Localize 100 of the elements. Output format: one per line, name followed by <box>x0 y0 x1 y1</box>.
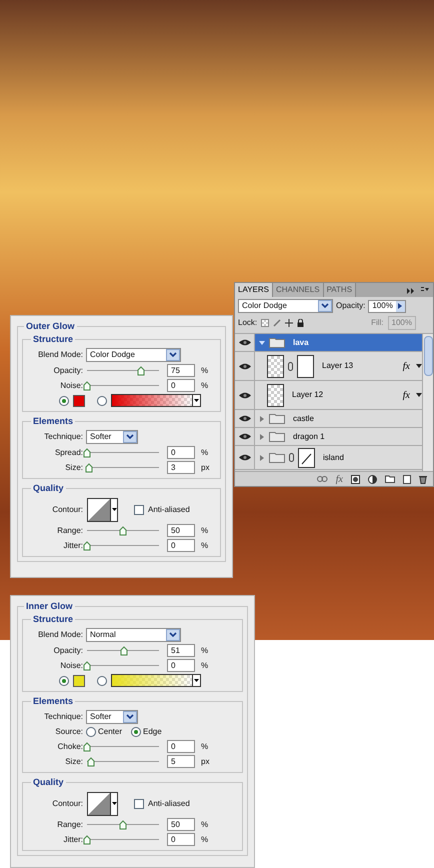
slider-thumb[interactable] <box>83 660 91 670</box>
value-field[interactable]: 0 <box>167 539 195 552</box>
radio-button[interactable] <box>86 727 96 737</box>
contour-picker[interactable] <box>87 498 118 522</box>
value-field[interactable]: 51 <box>167 644 195 657</box>
checkbox[interactable] <box>134 799 144 809</box>
eye-icon[interactable] <box>238 454 250 461</box>
technique-select[interactable]: Softer <box>86 430 138 444</box>
mask-icon[interactable] <box>351 474 360 484</box>
value-field[interactable]: 50 <box>167 524 195 537</box>
new-layer-icon[interactable] <box>403 474 411 484</box>
slider-thumb[interactable] <box>119 820 127 830</box>
slider-track[interactable] <box>87 366 159 376</box>
expand-icon[interactable] <box>407 288 415 294</box>
layer-name: lava <box>293 336 310 348</box>
gradient-picker[interactable] <box>111 674 201 687</box>
radio-button[interactable] <box>59 676 69 686</box>
layer-row[interactable]: island <box>235 446 422 470</box>
checkbox-label: Anti-aliased <box>148 504 190 516</box>
add-style-button[interactable]: fx <box>336 472 343 486</box>
scrollbar[interactable] <box>422 334 433 471</box>
expand-triangle-icon[interactable] <box>259 454 265 460</box>
slider-track[interactable] <box>87 646 159 656</box>
arrow-right-icon[interactable] <box>398 303 402 309</box>
expand-triangle-icon[interactable] <box>259 416 265 422</box>
layer-name: Layer 12 <box>292 389 324 401</box>
technique-select[interactable]: Softer <box>86 710 138 724</box>
slider-thumb[interactable] <box>120 646 128 656</box>
folder-icon <box>269 413 285 424</box>
slider-thumb[interactable] <box>137 366 145 376</box>
slider-thumb[interactable] <box>86 756 95 766</box>
checkbox[interactable] <box>134 505 144 515</box>
panel-tab[interactable]: LAYERS <box>235 283 273 297</box>
unit-label: % <box>201 446 208 458</box>
eye-icon[interactable] <box>238 433 250 440</box>
menu-icon[interactable] <box>421 287 430 294</box>
radio-label: Edge <box>143 726 162 738</box>
dropdown-caret-icon[interactable] <box>194 398 199 402</box>
slider-thumb[interactable] <box>85 462 94 472</box>
layer-row[interactable]: dragon 1 <box>235 428 422 446</box>
value-field[interactable]: 0 <box>167 379 195 392</box>
lock-icon[interactable] <box>297 319 304 327</box>
field-label: Range: <box>56 524 83 536</box>
eye-icon[interactable] <box>238 392 250 398</box>
move-icon[interactable] <box>285 319 294 327</box>
slider-thumb[interactable] <box>83 448 91 458</box>
eye-icon[interactable] <box>238 339 250 346</box>
gradient-picker[interactable] <box>111 394 201 407</box>
unit-label: px <box>201 462 210 474</box>
slider-track[interactable] <box>87 462 159 472</box>
opacity-field[interactable]: 100% <box>368 300 406 312</box>
radio-button[interactable] <box>59 396 69 406</box>
layer-row[interactable]: castle <box>235 410 422 428</box>
expand-triangle-icon[interactable] <box>259 434 265 440</box>
slider-thumb[interactable] <box>83 742 91 752</box>
panel-tab[interactable]: CHANNELS <box>272 283 324 297</box>
value-field[interactable]: 0 <box>167 833 195 846</box>
layer-row[interactable]: Layer 12 fx <box>235 381 422 410</box>
dropdown-caret-icon <box>166 349 180 361</box>
radio-button[interactable] <box>97 676 107 686</box>
dropdown-caret-icon[interactable] <box>112 508 116 512</box>
layer-row[interactable]: lava <box>235 334 422 352</box>
contour-picker[interactable] <box>87 792 118 816</box>
eye-icon[interactable] <box>238 362 250 370</box>
link-icon[interactable] <box>316 476 328 482</box>
slider-track[interactable] <box>87 756 159 766</box>
dropdown-caret-icon[interactable] <box>112 802 116 806</box>
value-field[interactable]: 0 <box>167 659 195 672</box>
radio-button[interactable] <box>131 727 142 737</box>
trash-icon[interactable] <box>419 474 427 484</box>
dropdown-caret-icon[interactable] <box>416 364 422 368</box>
dropdown-caret-icon[interactable] <box>416 393 422 397</box>
panel-tab[interactable]: PATHS <box>324 283 356 297</box>
blend-mode-select[interactable]: Color Dodge <box>86 348 181 362</box>
eye-icon[interactable] <box>238 415 250 422</box>
color-swatch[interactable] <box>73 394 85 406</box>
slider-thumb[interactable] <box>83 540 91 550</box>
value-field[interactable]: 0 <box>167 740 195 753</box>
slider-thumb[interactable] <box>119 526 127 536</box>
folder-icon[interactable] <box>385 475 395 483</box>
collapse-triangle-icon[interactable] <box>259 340 265 346</box>
slider-thumb[interactable] <box>83 380 91 390</box>
value-field[interactable]: 5 <box>167 755 195 768</box>
value-field[interactable]: 3 <box>167 461 195 474</box>
slider-thumb[interactable] <box>83 834 91 844</box>
value-field[interactable]: 50 <box>167 818 195 831</box>
slider-track[interactable] <box>87 820 159 830</box>
color-swatch[interactable] <box>73 674 85 686</box>
slider-track[interactable] <box>87 526 159 536</box>
blend-mode-select[interactable]: Normal <box>86 628 181 642</box>
dropdown-caret-icon <box>318 300 332 312</box>
lock-transparency-icon[interactable] <box>261 319 270 327</box>
value-field[interactable]: 0 <box>167 446 195 459</box>
value-field[interactable]: 75 <box>167 364 195 377</box>
adjustment-icon[interactable] <box>368 474 377 484</box>
layer-row[interactable]: Layer 13 fx <box>235 352 422 381</box>
radio-button[interactable] <box>97 396 107 406</box>
blend-mode-select[interactable]: Color Dodge <box>238 299 333 313</box>
brush-icon[interactable] <box>273 319 282 327</box>
dropdown-caret-icon[interactable] <box>194 678 199 682</box>
